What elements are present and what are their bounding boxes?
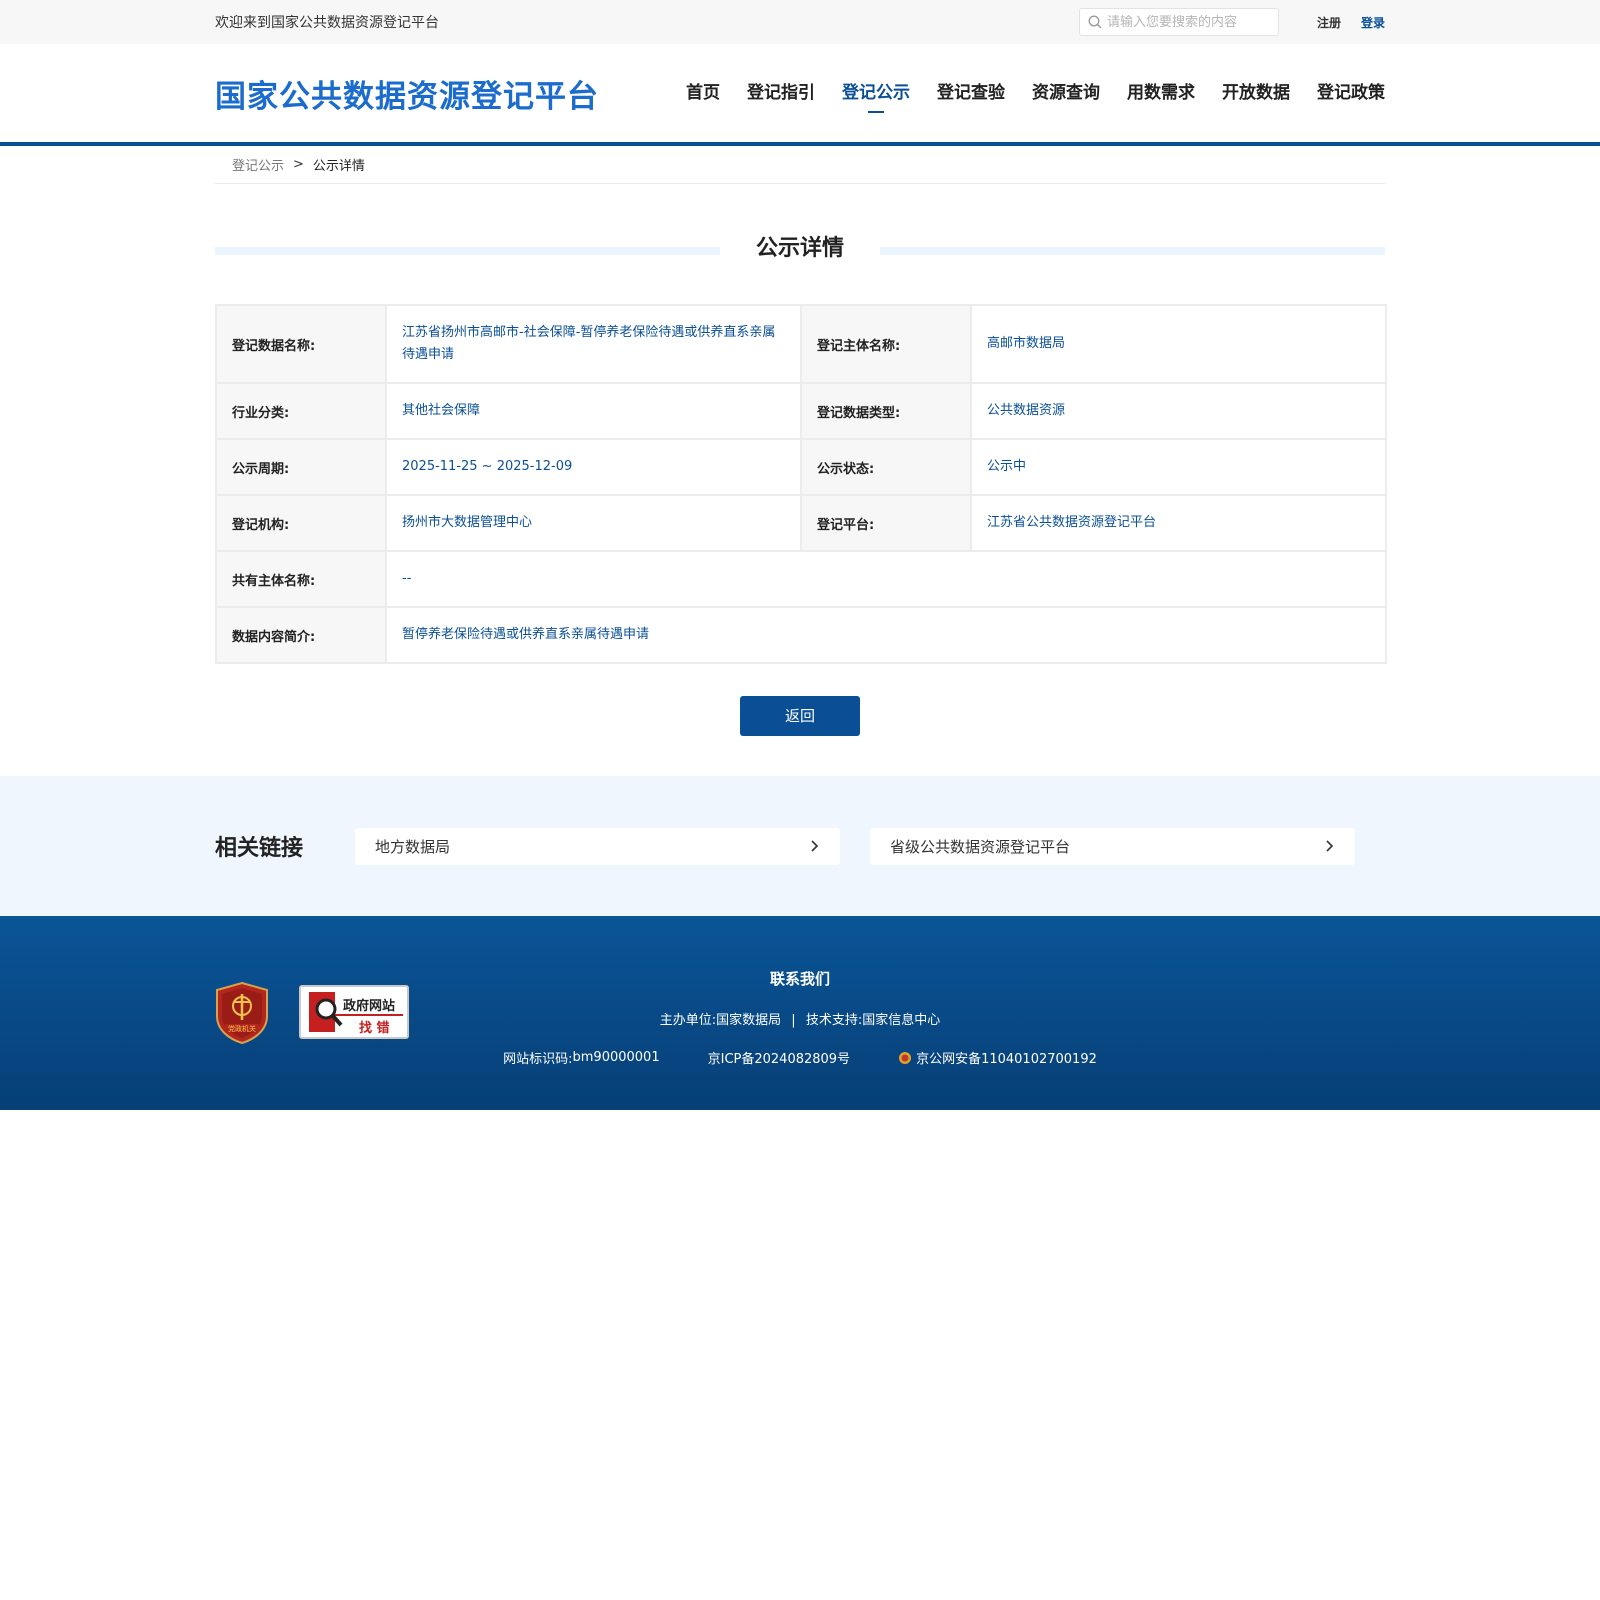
chevron-right-icon	[811, 840, 819, 852]
footer-divider: |	[791, 1013, 796, 1028]
nav-item-resource-query[interactable]: 资源查询	[1032, 73, 1100, 113]
chevron-right-icon	[1326, 840, 1334, 852]
nav-item-home[interactable]: 首页	[686, 73, 720, 113]
field-label: 公示状态:	[800, 438, 972, 496]
nav-item-data-demand[interactable]: 用数需求	[1127, 73, 1195, 113]
breadcrumb-separator: >	[293, 157, 304, 172]
host-name[interactable]: 国家数据局	[716, 1013, 781, 1028]
footer-contact: 联系我们 主办单位:国家数据局 | 技术支持:国家信息中心 网站标识码: bm90…	[0, 968, 1600, 1067]
police-record[interactable]: 京公网安备11040102700192	[898, 1048, 1097, 1067]
field-value: 江苏省扬州市高邮市-社会保障-暂停养老保险待遇或供养直系亲属待遇申请	[385, 304, 802, 384]
field-value: 扬州市大数据管理中心	[385, 494, 802, 552]
nav-item-verify[interactable]: 登记查验	[937, 73, 1005, 113]
page-title: 公示详情	[755, 236, 844, 261]
field-value: 2025-11-25 ~ 2025-12-09	[385, 438, 802, 496]
field-label: 数据内容简介:	[215, 606, 387, 664]
main-nav: 首页 登记指引 登记公示 登记查验 资源查询 用数需求 开放数据 登记政策	[659, 73, 1385, 113]
field-label: 行业分类:	[215, 382, 387, 440]
top-bar: 欢迎来到国家公共数据资源登记平台 注册 登录	[0, 0, 1600, 44]
field-label: 登记机构:	[215, 494, 387, 552]
nav-item-open-data[interactable]: 开放数据	[1222, 73, 1290, 113]
back-button[interactable]: 返回	[740, 696, 860, 736]
top-actions: 注册 登录	[1078, 8, 1385, 36]
field-value: 高邮市数据局	[970, 304, 1387, 384]
main-content: 登记公示 > 公示详情 公示详情 登记数据名称: 江苏省扬州市高邮市-社会保障-…	[215, 146, 1387, 736]
field-label: 登记平台:	[800, 494, 972, 552]
table-row: 数据内容简介: 暂停养老保险待遇或供养直系亲属待遇申请	[215, 606, 1387, 664]
site-id-label: 网站标识码:	[503, 1052, 573, 1067]
tech-name[interactable]: 国家信息中心	[862, 1013, 940, 1028]
register-link[interactable]: 注册	[1317, 14, 1341, 31]
related-link-label: 地方数据局	[375, 837, 451, 856]
search-icon	[1088, 15, 1102, 29]
table-row: 登记数据名称: 江苏省扬州市高邮市-社会保障-暂停养老保险待遇或供养直系亲属待遇…	[215, 304, 1387, 384]
related-link-provincial-platform[interactable]: 省级公共数据资源登记平台	[870, 827, 1355, 865]
header: 国家公共数据资源登记平台 首页 登记指引 登记公示 登记查验 资源查询 用数需求…	[0, 44, 1600, 146]
login-link[interactable]: 登录	[1361, 14, 1385, 31]
footer: 党政机关 政府网站 找 错 联系我们 主办单位:国家数据局 | 技术支持:国家信…	[0, 916, 1600, 1110]
table-row: 共有主体名称: --	[215, 550, 1387, 608]
related-link-label: 省级公共数据资源登记平台	[890, 837, 1071, 856]
field-value: 暂停养老保险待遇或供养直系亲属待遇申请	[385, 606, 1387, 664]
nav-item-publicity[interactable]: 登记公示	[842, 73, 910, 113]
related-link-local-bureau[interactable]: 地方数据局	[355, 827, 840, 865]
footer-record-line: 网站标识码: bm90000001 京ICP备2024082809号 京公网安备1…	[0, 1048, 1600, 1067]
table-row: 行业分类: 其他社会保障 登记数据类型: 公共数据资源	[215, 382, 1387, 440]
field-value: 江苏省公共数据资源登记平台	[970, 494, 1387, 552]
breadcrumb-current: 公示详情	[312, 159, 365, 174]
site-logo[interactable]: 国家公共数据资源登记平台	[215, 71, 599, 116]
section-title: 公示详情	[215, 234, 1385, 264]
table-row: 登记机构: 扬州市大数据管理中心 登记平台: 江苏省公共数据资源登记平台	[215, 494, 1387, 552]
field-label: 登记主体名称:	[800, 304, 972, 384]
related-links-title: 相关链接	[215, 835, 304, 861]
field-label: 登记数据名称:	[215, 304, 387, 384]
button-row: 返回	[215, 696, 1385, 736]
table-row: 公示周期: 2025-11-25 ~ 2025-12-09 公示状态: 公示中	[215, 438, 1387, 496]
site-id-value: bm90000001	[572, 1050, 660, 1065]
nav-item-policy[interactable]: 登记政策	[1317, 73, 1385, 113]
breadcrumb-parent[interactable]: 登记公示	[232, 155, 284, 174]
police-emblem-icon	[899, 1051, 912, 1064]
title-decor-left	[215, 247, 720, 255]
field-value: 其他社会保障	[385, 382, 802, 440]
tech-label: 技术支持:	[805, 1013, 863, 1028]
field-label: 共有主体名称:	[215, 550, 387, 608]
detail-table: 登记数据名称: 江苏省扬州市高邮市-社会保障-暂停养老保险待遇或供养直系亲属待遇…	[215, 304, 1387, 664]
footer-host-line: 主办单位:国家数据局 | 技术支持:国家信息中心	[0, 1009, 1600, 1028]
title-decor-right	[880, 247, 1385, 255]
breadcrumb: 登记公示 > 公示详情	[215, 146, 1385, 184]
nav-item-guide[interactable]: 登记指引	[747, 73, 815, 113]
footer-title: 联系我们	[769, 970, 830, 988]
related-links-section: 相关链接 地方数据局 省级公共数据资源登记平台	[0, 776, 1600, 916]
field-label: 登记数据类型:	[800, 382, 972, 440]
field-value: --	[385, 550, 1387, 608]
host-label: 主办单位:	[659, 1013, 717, 1028]
site-id: 网站标识码: bm90000001	[503, 1048, 659, 1067]
welcome-text: 欢迎来到国家公共数据资源登记平台	[215, 15, 439, 31]
field-value: 公共数据资源	[970, 382, 1387, 440]
search-box[interactable]	[1078, 8, 1279, 36]
icp-record[interactable]: 京ICP备2024082809号	[708, 1048, 850, 1067]
field-value: 公示中	[970, 438, 1387, 496]
search-input[interactable]	[1106, 14, 1267, 30]
police-record-text: 京公网安备11040102700192	[916, 1052, 1097, 1067]
field-label: 公示周期:	[215, 438, 387, 496]
